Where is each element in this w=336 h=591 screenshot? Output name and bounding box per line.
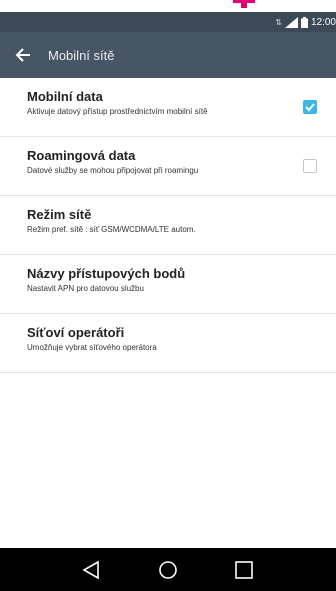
setting-network-mode[interactable]: Režim sítě Režim pref. sítě : síť GSM/WC…: [0, 196, 336, 255]
signal-icon: [284, 16, 298, 28]
setting-roaming-data[interactable]: Roamingová data Datové služby se mohou p…: [0, 137, 336, 196]
setting-subtitle: Datové služby se mohou připojovat při ro…: [27, 166, 199, 175]
setting-title: Síťoví operátoři: [27, 325, 125, 340]
home-circle-icon[interactable]: [155, 557, 181, 583]
mobile-data-checkbox[interactable]: [303, 100, 317, 114]
brand-mark-stem: [241, 0, 247, 8]
setting-subtitle: Umožňuje vybrat síťového operátora: [27, 343, 157, 352]
app-bar: Mobilní sítě: [0, 32, 336, 78]
setting-subtitle: Nastavit APN pro datovou službu: [27, 284, 144, 293]
setting-mobile-data[interactable]: Mobilní data Aktivuje datový přístup pro…: [0, 78, 336, 137]
settings-list: Mobilní data Aktivuje datový přístup pro…: [0, 78, 336, 373]
setting-subtitle: Aktivuje datový přístup prostřednictvím …: [27, 107, 208, 116]
back-arrow-icon[interactable]: [10, 42, 36, 68]
navigation-bar: [0, 548, 336, 591]
page-title: Mobilní sítě: [48, 47, 115, 63]
setting-title: Roamingová data: [27, 148, 136, 163]
status-bar: ⇅ 12:00: [0, 12, 336, 32]
setting-title: Režim sítě: [27, 207, 92, 222]
back-triangle-icon[interactable]: [79, 557, 105, 583]
roaming-data-checkbox[interactable]: [303, 159, 317, 173]
setting-title: Mobilní data: [27, 89, 103, 104]
recents-square-icon[interactable]: [231, 557, 257, 583]
checkmark-icon: [305, 103, 315, 112]
battery-icon: [300, 16, 308, 28]
brand-mark: [233, 0, 255, 8]
network-icon: ⇅: [275, 17, 282, 27]
setting-title: Názvy přístupových bodů: [27, 266, 186, 281]
top-strip: [0, 0, 336, 12]
status-icons: ⇅ 12:00: [275, 15, 336, 29]
setting-subtitle: Režim pref. sítě : síť GSM/WCDMA/LTE aut…: [27, 225, 196, 234]
setting-network-operators[interactable]: Síťoví operátoři Umožňuje vybrat síťovéh…: [0, 314, 336, 373]
setting-access-point-names[interactable]: Názvy přístupových bodů Nastavit APN pro…: [0, 255, 336, 314]
status-time: 12:00: [310, 16, 336, 28]
